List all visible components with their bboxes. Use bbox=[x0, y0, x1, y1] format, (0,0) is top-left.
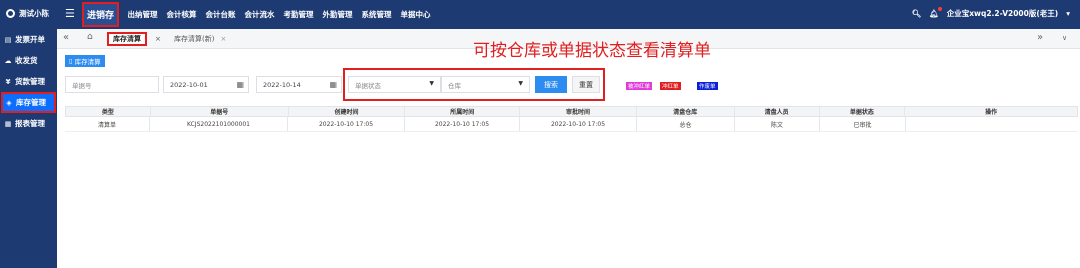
table-cell: 已审批 bbox=[820, 117, 906, 131]
table-header-cell: 清盘仓库 bbox=[637, 107, 735, 116]
chevron-down-icon[interactable]: ▾ bbox=[1066, 9, 1070, 18]
table-header-cell: 类型 bbox=[66, 107, 151, 116]
legend-void-badge: 作废单 bbox=[697, 82, 718, 90]
nav-item-attendance[interactable]: 考勤管理 bbox=[279, 9, 318, 20]
money-icon: ¥ bbox=[5, 77, 11, 86]
table-header-cell: 审批时间 bbox=[520, 107, 637, 116]
invoice-icon: ▤ bbox=[4, 35, 12, 44]
nav-item-system[interactable]: 系统管理 bbox=[357, 9, 396, 20]
table-header-cell: 所属时间 bbox=[405, 107, 521, 116]
chevron-down-icon[interactable]: ∨ bbox=[1062, 34, 1067, 42]
bell-icon[interactable]: 🔔︎ bbox=[929, 7, 942, 18]
doc-icon: ▯ bbox=[69, 57, 73, 65]
page-button-label: 库存清算 bbox=[74, 58, 101, 66]
table-cell: 陈文 bbox=[735, 117, 820, 131]
table-row[interactable]: 清算单 KCJS2022101000001 2022-10-10 17:05 2… bbox=[65, 117, 1078, 132]
table-header-cell: 操作 bbox=[985, 109, 998, 116]
table-header-cell: 单据状态 bbox=[820, 107, 906, 116]
sidebar-item-payment[interactable]: ¥ 货款管理 bbox=[0, 71, 57, 92]
legend-red-badge: 冲红单 bbox=[660, 82, 681, 90]
close-icon[interactable]: × bbox=[220, 35, 226, 43]
close-icon[interactable]: × bbox=[155, 32, 161, 46]
stock-settlement-button[interactable]: ▯ 库存清算 bbox=[65, 55, 105, 67]
brand-logo-icon bbox=[6, 9, 15, 18]
notification-dot bbox=[937, 7, 942, 11]
table-header-cell: 清盘人员 bbox=[735, 107, 820, 116]
user-name[interactable]: 企业宝xwq2.2-V2000版(老王) bbox=[947, 8, 1059, 19]
table-cell-actions[interactable] bbox=[906, 117, 1078, 131]
nav-item-journal[interactable]: 会计流水 bbox=[240, 9, 279, 20]
tab-label: 库存清算(新) bbox=[174, 35, 215, 43]
brand[interactable]: 测试小陈 bbox=[6, 8, 49, 19]
top-right-tools: 🔍︎ 🔔︎ 企业宝xwq2.2-V2000版(老王) ▾ bbox=[912, 7, 1070, 19]
data-table: 类型 单据号 创建时间 所属时间 审批时间 清盘仓库 清盘人员 单据状态 操作 … bbox=[65, 106, 1078, 132]
table-cell: 总仓 bbox=[637, 117, 735, 131]
search-icon[interactable]: 🔍︎ bbox=[912, 9, 922, 18]
tab-stock-settlement-new[interactable]: 库存清算(新) × bbox=[170, 32, 230, 46]
main-content: ▯ 库存清算 单据号 2022-10-01 ▦ 2022-10-14 ▦ 单据状态 ▼ … bbox=[57, 49, 1080, 268]
date-to-input[interactable]: 2022-10-14 ▦ bbox=[256, 76, 342, 93]
date-to-value: 2022-10-14 bbox=[263, 80, 301, 89]
calendar-icon[interactable]: ▦ bbox=[329, 80, 337, 89]
menu-toggle-icon[interactable]: ☰ bbox=[65, 8, 75, 19]
report-icon: ▦ bbox=[4, 119, 12, 128]
nav-item-documents[interactable]: 单据中心 bbox=[396, 9, 435, 20]
table-header-cell: 创建时间 bbox=[289, 107, 406, 116]
legend-reversed-badge: 被冲红单 bbox=[626, 82, 653, 90]
sidebar-item-report[interactable]: ▦ 报表管理 bbox=[0, 113, 57, 134]
doc-no-input[interactable]: 单据号 bbox=[65, 76, 159, 93]
cloud-icon: ☁ bbox=[4, 56, 12, 65]
double-chevron-left-icon[interactable]: « bbox=[63, 32, 69, 43]
sidebar-item-invoice[interactable]: ▤ 发票开单 bbox=[0, 29, 57, 50]
sidebar-item-label: 发票开单 bbox=[15, 35, 45, 44]
nav-item-accounting[interactable]: 会计核算 bbox=[162, 9, 201, 20]
sidebar-item-shipping[interactable]: ☁ 收发货 bbox=[0, 50, 57, 71]
home-icon[interactable]: ⌂ bbox=[87, 32, 93, 42]
double-chevron-right-icon[interactable]: » bbox=[1037, 32, 1043, 43]
tab-stock-settlement[interactable]: 库存清算 bbox=[107, 32, 147, 46]
calendar-icon[interactable]: ▦ bbox=[236, 80, 244, 89]
search-button[interactable]: 搜索 bbox=[535, 76, 567, 93]
table-cell: KCJS2022101000001 bbox=[150, 117, 288, 131]
reset-button[interactable]: 重置 bbox=[572, 76, 600, 93]
brand-name: 测试小陈 bbox=[19, 9, 49, 18]
nav-item-inventory[interactable]: 进销存 bbox=[82, 2, 120, 27]
table-cell: 2022-10-10 17:05 bbox=[288, 117, 405, 131]
nav-item-cashier[interactable]: 出纳管理 bbox=[123, 9, 162, 20]
nav-item-ledger[interactable]: 会计台账 bbox=[201, 9, 240, 20]
layers-icon: ◈ bbox=[6, 98, 12, 107]
table-cell: 清算单 bbox=[65, 117, 150, 131]
sidebar: ▤ 发票开单 ☁ 收发货 ¥ 货款管理 ◈ 库存管理 ▦ 报表管理 bbox=[0, 29, 57, 268]
date-from-value: 2022-10-01 bbox=[170, 80, 208, 89]
table-header-cell: 单据号 bbox=[151, 107, 289, 116]
date-from-input[interactable]: 2022-10-01 ▦ bbox=[163, 76, 249, 93]
sidebar-item-label: 收发货 bbox=[15, 56, 38, 65]
table-cell: 2022-10-10 17:05 bbox=[405, 117, 520, 131]
sidebar-item-label: 报表管理 bbox=[15, 119, 45, 128]
nav-item-field[interactable]: 外勤管理 bbox=[318, 9, 357, 20]
tab-label: 库存清算 bbox=[113, 35, 141, 43]
sidebar-item-label: 货款管理 bbox=[15, 77, 45, 86]
sidebar-item-stock[interactable]: ◈ 库存管理 bbox=[1, 92, 56, 113]
top-bar: 测试小陈 ☰ 进销存 出纳管理 会计核算 会计台账 会计流水 考勤管理 外勤管理… bbox=[0, 0, 1080, 29]
sidebar-item-label: 库存管理 bbox=[16, 98, 46, 107]
table-cell: 2022-10-10 17:05 bbox=[520, 117, 637, 131]
top-nav: 进销存 出纳管理 会计核算 会计台账 会计流水 考勤管理 外勤管理 系统管理 单… bbox=[82, 2, 435, 27]
table-header-row: 类型 单据号 创建时间 所属时间 审批时间 清盘仓库 清盘人员 单据状态 操作 bbox=[65, 106, 1078, 117]
